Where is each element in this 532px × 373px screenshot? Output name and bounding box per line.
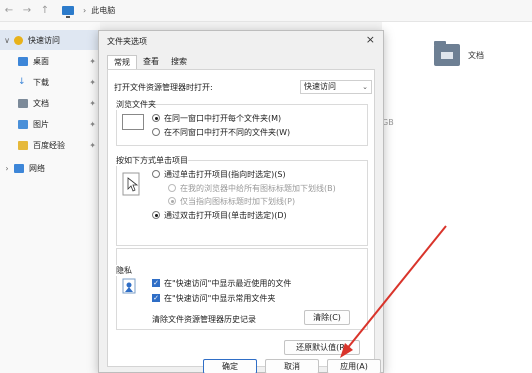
pin-icon: ✦ (89, 56, 96, 66)
document-icon (18, 98, 28, 108)
tab-search[interactable]: 搜索 (165, 55, 193, 69)
pin-icon: ✦ (89, 140, 96, 150)
cancel-button[interactable]: 取消 (265, 359, 319, 373)
radio-single-click[interactable] (152, 170, 160, 178)
radio-new-window[interactable] (152, 128, 160, 136)
pin-icon: ✦ (89, 98, 96, 108)
open-with-label: 打开文件资源管理器时打开: (114, 83, 213, 92)
apply-button[interactable]: 应用(A) (327, 359, 381, 373)
radio-underline-browser[interactable] (168, 184, 176, 192)
open-with-select[interactable]: 快速访问 ⌄ (300, 80, 372, 94)
sidebar-item-label: 文档 (33, 98, 49, 108)
content-area: 文档 GB (382, 22, 532, 373)
sidebar-item-pictures[interactable]: 图片 ✦ (0, 114, 100, 134)
privacy-title: 隐私 (116, 265, 132, 276)
close-icon[interactable]: × (366, 33, 375, 46)
folder-options-dialog: 文件夹选项 × 常规 查看 搜索 打开文件资源管理器时打开: 快速访问 ⌄ 浏览… (98, 30, 384, 373)
sidebar-item-quick-access[interactable]: ∨ 快速访问 (0, 30, 100, 50)
network-icon (14, 163, 24, 173)
sidebar-item-downloads[interactable]: ↓ 下载 ✦ (0, 72, 100, 92)
pin-icon: ✦ (89, 119, 96, 129)
documents-folder-icon[interactable] (434, 41, 460, 66)
sidebar-item-label: 百度经验 (33, 140, 65, 150)
sidebar-item-label: 下载 (33, 77, 49, 87)
window-illustration-icon (122, 114, 144, 130)
radio-underline-point-label[interactable]: 仅当指向图标标题时加下划线(P) (180, 196, 295, 207)
general-tab-panel: 打开文件资源管理器时打开: 快速访问 ⌄ 浏览文件夹 在同一窗口中打开每个文件夹… (107, 69, 375, 367)
star-icon (14, 35, 23, 45)
sidebar-item-network[interactable]: › 网络 (0, 158, 100, 178)
navigation-pane: ∨ 快速访问 桌面 ✦ ↓ 下载 ✦ 文档 ✦ 图片 ✦ 百度经验 ✦ › 网络 (0, 22, 100, 373)
checkbox-show-frequent-folders[interactable]: ✓ (152, 294, 160, 302)
breadcrumb[interactable]: › 此电脑 (62, 5, 115, 18)
download-icon: ↓ (18, 76, 26, 87)
radio-new-window-label[interactable]: 在不同窗口中打开不同的文件夹(W) (164, 127, 290, 138)
radio-same-window[interactable] (152, 114, 160, 122)
tab-general[interactable]: 常规 (107, 55, 137, 69)
cursor-illustration-icon (122, 172, 140, 196)
checkbox-show-recent-files[interactable]: ✓ (152, 279, 160, 287)
tab-view[interactable]: 查看 (137, 55, 165, 69)
radio-underline-browser-label[interactable]: 在我的浏览器中给所有图标标题加下划线(B) (180, 183, 336, 194)
radio-single-click-label[interactable]: 通过单击打开项目(指向时选定)(S) (164, 169, 286, 180)
sidebar-item-label: 图片 (33, 119, 49, 129)
clear-history-label: 清除文件资源管理器历史记录 (152, 315, 256, 324)
clear-history-button[interactable]: 清除(C) (304, 310, 350, 325)
privacy-illustration-icon (122, 278, 136, 294)
open-with-value: 快速访问 (304, 82, 336, 91)
click-items-title: 按如下方式单击项目 (116, 155, 188, 166)
checkbox-show-recent-files-label[interactable]: 在"快速访问"中显示最近使用的文件 (164, 278, 291, 289)
browse-folders-group (116, 104, 368, 146)
chevron-down-icon[interactable]: ∨ (0, 36, 14, 45)
checkbox-show-frequent-folders-label[interactable]: 在"快速访问"中显示常用文件夹 (164, 293, 275, 304)
sidebar-item-documents[interactable]: 文档 ✦ (0, 93, 100, 113)
breadcrumb-this-pc[interactable]: 此电脑 (91, 5, 115, 16)
documents-folder-label[interactable]: 文档 (468, 50, 484, 61)
chevron-right-icon[interactable]: › (0, 164, 14, 173)
pictures-icon (18, 119, 28, 129)
computer-icon (62, 6, 74, 18)
dialog-title: 文件夹选项 (107, 37, 147, 46)
up-icon[interactable]: ↑ (36, 2, 54, 20)
radio-double-click[interactable] (152, 211, 160, 219)
folder-icon (18, 140, 28, 150)
browse-folders-title: 浏览文件夹 (116, 99, 156, 110)
desktop-icon (18, 56, 28, 66)
breadcrumb-separator: › (83, 6, 87, 15)
sidebar-item-desktop[interactable]: 桌面 ✦ (0, 51, 100, 71)
chevron-down-icon: ⌄ (362, 83, 368, 91)
radio-same-window-label[interactable]: 在同一窗口中打开每个文件夹(M) (164, 113, 281, 124)
back-icon[interactable]: ← (0, 2, 18, 20)
sidebar-item-label: 桌面 (33, 56, 49, 66)
tab-bar: 常规 查看 搜索 (107, 55, 193, 69)
sidebar-item-label: 网络 (29, 163, 45, 173)
ok-button[interactable]: 确定 (203, 359, 257, 373)
pin-icon: ✦ (89, 77, 96, 87)
radio-double-click-label[interactable]: 通过双击打开项目(单击时选定)(D) (164, 210, 287, 221)
restore-defaults-button[interactable]: 还原默认值(R) (284, 340, 360, 355)
forward-icon[interactable]: → (18, 2, 36, 20)
radio-underline-point[interactable] (168, 197, 176, 205)
address-bar: ← → ↑ › 此电脑 (0, 0, 532, 22)
sidebar-item-baidu-jingyan[interactable]: 百度经验 ✦ (0, 135, 100, 155)
sidebar-item-label: 快速访问 (28, 35, 60, 45)
